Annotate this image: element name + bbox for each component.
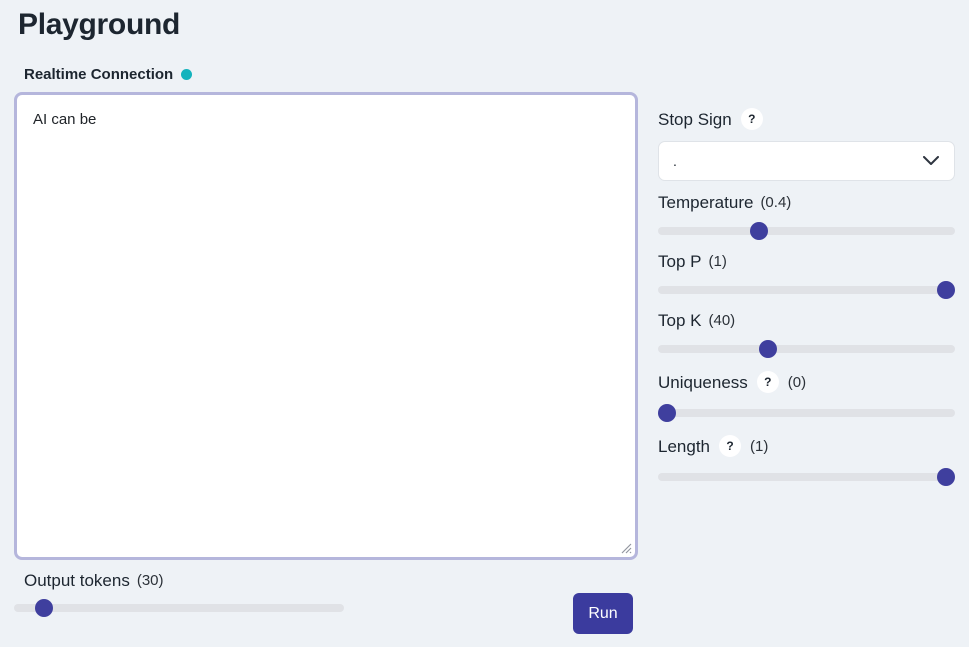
slider-thumb[interactable] [937,281,956,299]
top-p-control: Top P (1) [658,253,956,299]
top-p-label: Top P (1) [658,253,955,270]
uniqueness-value: (0) [787,373,807,391]
slider-track [14,604,344,612]
temperature-control: Temperature (0.4) [658,194,955,240]
uniqueness-control: Uniqueness ? (0) [657,371,955,422]
help-icon[interactable]: ? [719,435,741,457]
output-tokens-label: Output tokens (30) [14,572,344,589]
length-control: Length ? (1) [658,435,956,486]
run-button[interactable]: Run [573,593,633,634]
stop-sign-select-wrap[interactable]: . [658,141,955,181]
output-tokens-control: Output tokens (30) [14,572,344,617]
slider-thumb[interactable] [749,222,768,240]
stop-sign-select[interactable]: . [658,141,955,181]
slider-thumb[interactable] [657,404,676,422]
slider-thumb[interactable] [937,468,956,486]
help-icon[interactable]: ? [756,371,779,393]
temperature-label: Temperature (0.4) [658,194,955,211]
prompt-section: Realtime Connection [14,66,640,560]
top-k-name: Top K [658,311,702,330]
length-label: Length ? (1) [658,435,955,457]
top-p-name: Top P [658,252,702,271]
page-title: Playground [18,8,181,41]
slider-track [658,473,955,481]
slider-track [658,409,955,417]
help-icon[interactable]: ? [740,108,763,130]
slider-track [658,345,955,353]
parameters-panel: Stop Sign ? . Temperature (0.4) Top P (1… [657,108,956,499]
status-dot-icon [181,69,193,80]
uniqueness-name: Uniqueness [658,372,748,392]
output-tokens-value: (30) [136,572,164,589]
stop-sign-label: Stop Sign ? [658,108,955,130]
slider-track [658,286,955,294]
realtime-connection-label: Realtime Connection [24,66,174,83]
length-name: Length [658,436,710,456]
uniqueness-label: Uniqueness ? (0) [658,371,955,393]
top-k-value: (40) [708,312,736,329]
stop-sign-name: Stop Sign [658,109,732,129]
slider-track [658,227,955,235]
length-value: (1) [750,437,769,455]
temperature-slider[interactable] [658,222,955,240]
length-slider[interactable] [658,468,956,486]
top-p-value: (1) [708,253,727,270]
top-k-control: Top K (40) [658,312,955,358]
playground-app: Playground Realtime Connection Output to… [0,0,969,647]
slider-thumb[interactable] [758,340,777,358]
prompt-input[interactable] [17,95,635,557]
prompt-textarea-container[interactable] [14,92,638,560]
slider-thumb[interactable] [34,599,53,617]
uniqueness-slider[interactable] [657,404,955,422]
output-tokens-slider[interactable] [14,599,344,617]
top-k-slider[interactable] [658,340,955,358]
stop-sign-control: Stop Sign ? . [658,108,955,181]
realtime-connection-status: Realtime Connection [14,66,640,83]
top-k-label: Top K (40) [658,312,955,329]
top-p-slider[interactable] [658,281,956,299]
temperature-value: (0.4) [760,194,792,211]
temperature-name: Temperature [658,193,754,212]
output-tokens-name: Output tokens [24,571,130,590]
